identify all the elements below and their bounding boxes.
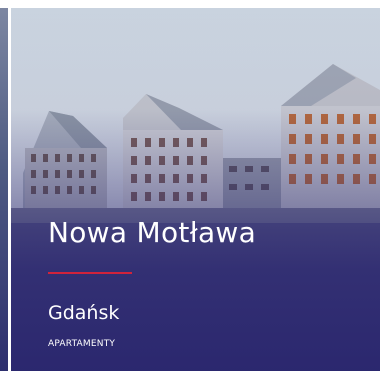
- investment-city: Gdańsk: [48, 302, 120, 324]
- investment-card-nowa-motlawa[interactable]: Nowa Motława Gdańsk APARTAMENTY: [11, 8, 380, 371]
- accent-divider: [48, 272, 132, 274]
- investment-title[interactable]: Nowa Motława: [48, 216, 256, 249]
- page: Nowa Motława Gdańsk APARTAMENTY: [0, 0, 380, 381]
- previous-card-edge[interactable]: [0, 8, 8, 371]
- investment-category: APARTAMENTY: [48, 339, 116, 349]
